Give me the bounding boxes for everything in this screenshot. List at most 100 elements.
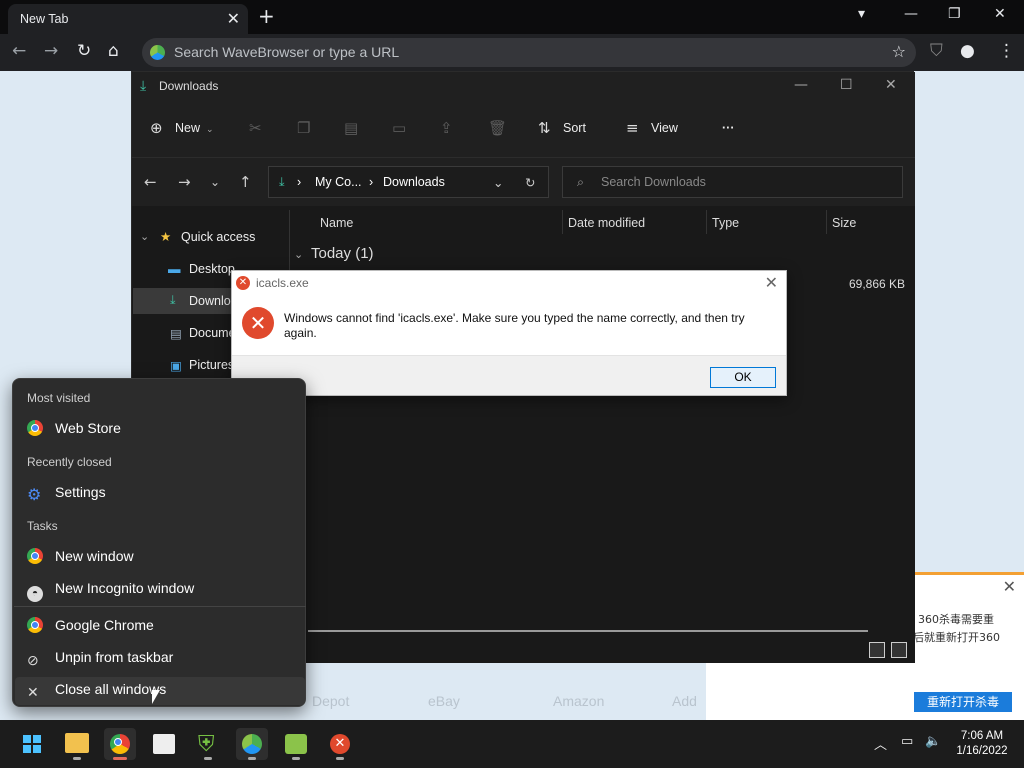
new-tab-button[interactable]: + <box>258 4 275 28</box>
close-tab-icon[interactable]: ✕ <box>227 9 240 28</box>
reload-icon[interactable]: ↻ <box>77 41 91 61</box>
chrome-icon <box>27 548 43 564</box>
home-icon[interactable]: ⌂ <box>108 41 119 61</box>
document-icon: ▤ <box>170 327 182 341</box>
address-bar[interactable]: Search WaveBrowser or type a URL ☆ <box>142 38 916 67</box>
taskbar-media[interactable] <box>280 728 312 760</box>
tiles-view-icon[interactable] <box>891 642 907 658</box>
history-dropdown-icon[interactable]: ⌄ <box>493 175 503 190</box>
share-icon[interactable]: ⇪ <box>440 119 453 137</box>
search-downloads-input[interactable]: ⌕ Search Downloads <box>562 166 903 198</box>
chevron-up-icon[interactable]: ︿ <box>874 734 887 753</box>
recent-locations-icon[interactable]: ⌄ <box>210 175 220 189</box>
shortcut-ebay[interactable]: eBay <box>428 693 460 709</box>
close-icon[interactable]: ✕ <box>1003 577 1016 596</box>
taskbar-file-explorer[interactable] <box>61 728 93 760</box>
sort-button[interactable]: Sort <box>563 121 586 135</box>
back-icon[interactable]: ← <box>144 173 157 191</box>
cut-icon[interactable]: ✂ <box>249 119 262 137</box>
clock[interactable]: 7:06 AM 1/16/2022 <box>950 729 1014 759</box>
jump-item-label: Google Chrome <box>55 617 154 633</box>
group-header-today[interactable]: Today (1) <box>311 245 374 262</box>
column-date-modified[interactable]: Date modified <box>568 216 645 230</box>
forward-icon[interactable]: → <box>44 41 58 61</box>
bookmark-star-icon[interactable]: ☆ <box>892 42 906 61</box>
volume-icon[interactable]: 🔈 <box>925 734 941 749</box>
jump-item-label: New Incognito window <box>55 580 195 596</box>
shortcut-depot[interactable]: Depot <box>312 693 349 709</box>
jump-item-web-store[interactable]: Web Store <box>27 420 121 436</box>
sidebar-item-downloads[interactable]: Downlo <box>189 294 231 308</box>
back-icon[interactable]: ← <box>12 41 26 61</box>
sidebar-item-desktop[interactable]: Desktop <box>189 262 235 276</box>
shortcut-add[interactable]: Add <box>672 693 697 709</box>
details-view-icon[interactable] <box>869 642 885 658</box>
taskbar: ⛨ ✕ ︿ ▭ 🔈 7:06 AM 1/16/2022 <box>0 720 1024 768</box>
popup-line-1: 360杀毒需要重 <box>918 613 994 626</box>
minimize-icon[interactable]: — <box>794 77 808 93</box>
jump-item-new-window[interactable]: New window <box>27 548 134 564</box>
running-indicator <box>204 757 212 760</box>
delete-icon[interactable]: 🗑 <box>488 119 507 137</box>
copy-icon[interactable]: ❐ <box>297 119 310 137</box>
menu-icon[interactable]: ⋮ <box>998 41 1015 61</box>
column-name[interactable]: Name <box>320 216 353 230</box>
reopen-antivirus-button[interactable]: 重新打开杀毒 <box>914 692 1012 712</box>
close-window-icon[interactable]: ✕ <box>994 6 1006 22</box>
jump-item-label: Close all windows <box>55 681 167 697</box>
dialog-message: Windows cannot find 'icacls.exe'. Make s… <box>284 311 745 340</box>
new-icon: ⊕ <box>150 119 163 137</box>
start-button[interactable] <box>16 728 48 760</box>
shield-icon: ⛨ <box>198 732 215 757</box>
explorer-address-bar[interactable]: ⤓ › My Co... › Downloads ⌄ ↻ <box>268 166 549 198</box>
ok-button[interactable]: OK <box>710 367 776 388</box>
shortcut-amazon[interactable]: Amazon <box>553 693 604 709</box>
restore-icon[interactable]: ❐ <box>948 6 961 22</box>
paste-icon[interactable]: ▤ <box>344 119 358 137</box>
explorer-titlebar: ⤓ Downloads — ☐ ✕ <box>132 72 915 102</box>
jump-item-settings[interactable]: ⚙ Settings <box>27 484 106 504</box>
taskbar-security[interactable]: ⛨ <box>192 728 224 760</box>
sidebar-item-quick-access[interactable]: Quick access <box>181 230 255 244</box>
jump-item-label: Settings <box>55 484 106 500</box>
tab-search-icon[interactable]: ▾ <box>858 6 865 22</box>
taskbar-error-app[interactable]: ✕ <box>324 728 356 760</box>
up-icon[interactable]: ↑ <box>239 173 252 191</box>
jump-item-close-all[interactable]: ✕ Close all windows <box>27 681 166 700</box>
jump-item-google-chrome[interactable]: Google Chrome <box>27 617 154 633</box>
shield-icon[interactable]: ⛉ <box>930 41 943 61</box>
sidebar-item-pictures[interactable]: Pictures <box>189 358 234 372</box>
forward-icon[interactable]: → <box>178 173 191 191</box>
column-divider <box>826 210 827 234</box>
horizontal-scrollbar[interactable] <box>308 630 868 632</box>
profile-icon[interactable]: ● <box>960 41 975 61</box>
taskbar-store[interactable] <box>148 728 180 760</box>
close-icon: ✕ <box>27 684 39 700</box>
more-options-icon[interactable]: ··· <box>722 121 735 135</box>
taskbar-chrome[interactable] <box>104 728 136 760</box>
breadcrumb-current[interactable]: Downloads <box>383 175 445 189</box>
jump-item-unpin[interactable]: ⊘ Unpin from taskbar <box>27 649 173 668</box>
sidebar-item-documents[interactable]: Docume <box>189 326 236 340</box>
most-visited-header: Most visited <box>27 391 91 405</box>
breadcrumb-root[interactable]: My Co... <box>315 175 362 189</box>
view-button[interactable]: View <box>651 121 678 135</box>
jump-item-incognito[interactable]: ◓ New Incognito window <box>27 580 194 602</box>
new-button[interactable]: New <box>175 121 200 135</box>
refresh-icon[interactable]: ↻ <box>525 175 535 190</box>
column-type[interactable]: Type <box>712 216 739 230</box>
column-size[interactable]: Size <box>832 216 856 230</box>
chrome-icon <box>27 420 43 436</box>
chevron-down-icon[interactable]: ⌄ <box>294 248 303 261</box>
close-icon[interactable]: ✕ <box>885 77 897 93</box>
close-icon[interactable]: ✕ <box>765 273 778 292</box>
chevron-down-icon[interactable]: ⌄ <box>140 230 149 243</box>
taskbar-wavebrowser[interactable] <box>236 728 268 760</box>
network-icon[interactable]: ▭ <box>901 734 913 749</box>
wavebrowser-icon <box>242 734 262 754</box>
column-divider <box>706 210 707 234</box>
minimize-icon[interactable]: — <box>904 6 918 22</box>
maximize-icon[interactable]: ☐ <box>840 77 853 93</box>
rename-icon[interactable]: ▭ <box>392 119 406 137</box>
tab-new-tab[interactable]: New Tab ✕ <box>8 4 248 34</box>
